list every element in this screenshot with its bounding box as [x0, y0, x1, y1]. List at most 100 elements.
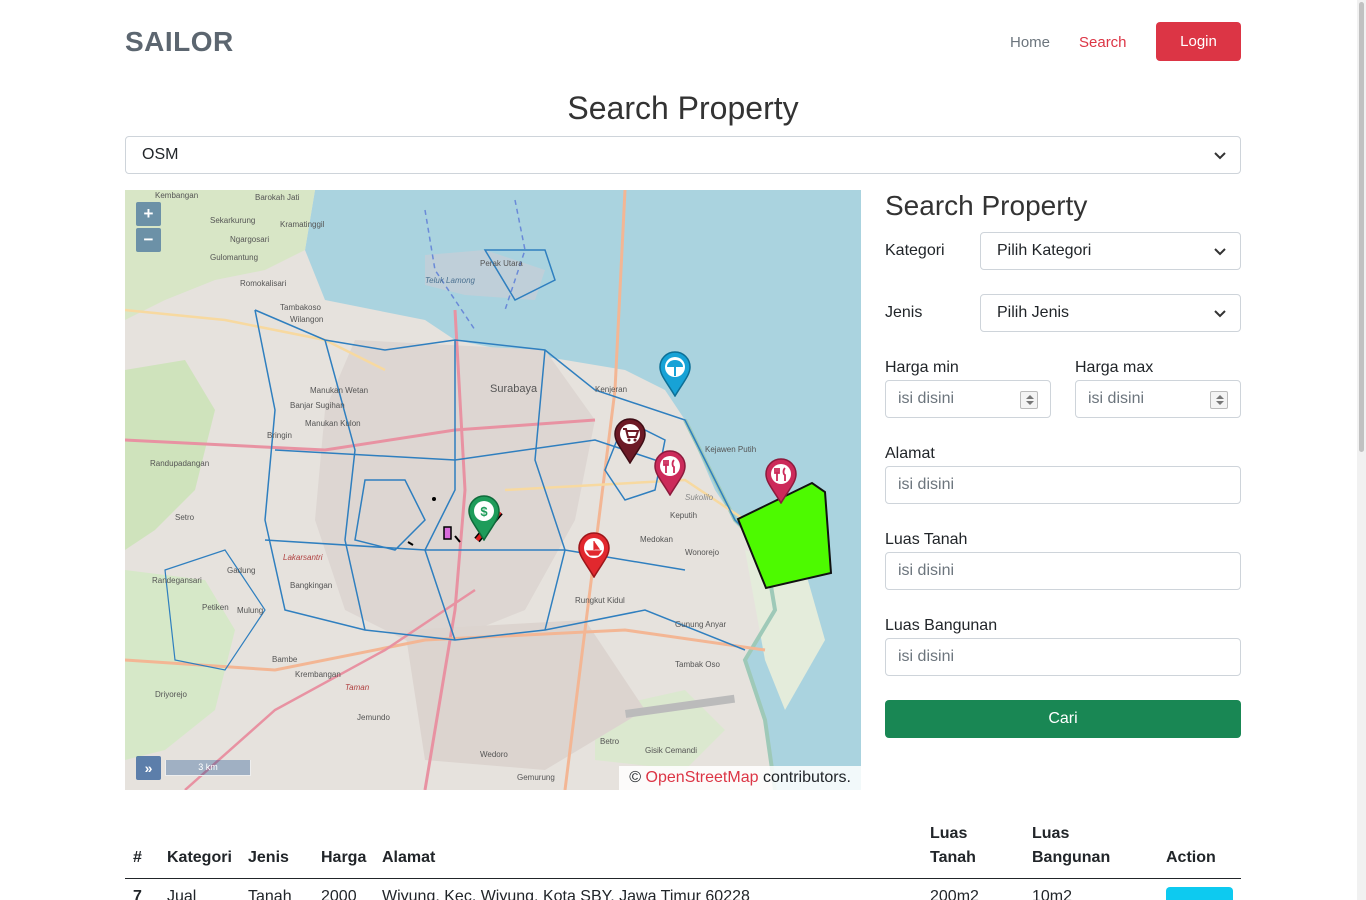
harga-max-placeholder: isi disini [1088, 390, 1145, 407]
alamat-placeholder: isi disini [898, 476, 955, 493]
scrollbar-thumb[interactable] [1359, 2, 1364, 452]
number-spinner-icon[interactable] [1210, 391, 1228, 409]
zoom-out-button[interactable]: − [136, 228, 161, 252]
map-label: Lakarsantri [283, 553, 323, 562]
cell-jenis: Tanah [248, 888, 292, 900]
map-label: Kejawen Putih [705, 445, 756, 454]
harga-max-input[interactable]: isi disini [1075, 380, 1241, 418]
map-label: Ngargosari [230, 235, 269, 244]
map-label: Sukolilo [685, 493, 714, 502]
page-scrollbar[interactable] [1357, 0, 1366, 900]
map-label: Perak Utara [480, 259, 523, 268]
map-label: Driyorejo [155, 690, 188, 699]
col-header-jenis: Jenis [248, 849, 289, 866]
map-label: Jemundo [357, 713, 390, 722]
map-label: Petiken [202, 603, 229, 612]
luas-bangunan-label: Luas Bangunan [885, 617, 998, 634]
kategori-select[interactable]: Pilih Kategori [980, 232, 1241, 270]
map-label: Tambakoso [280, 303, 321, 312]
map-label: Wedoro [480, 750, 508, 759]
copyright-symbol: © [629, 769, 642, 786]
map-label: Setro [175, 513, 195, 522]
map-label: Taman [345, 683, 370, 692]
brand-logo[interactable]: SAILOR [125, 26, 234, 58]
map-label: Krembangan [295, 670, 341, 679]
map-label: Kembangan [155, 191, 198, 200]
nav-search-link[interactable]: Search [1079, 34, 1127, 51]
map-label: Manukan Kulon [305, 419, 361, 428]
luas-tanah-label: Luas Tanah [885, 531, 968, 548]
jenis-value: Pilih Jenis [997, 304, 1070, 321]
col-header-luas-tanah-line1: Luas [930, 825, 968, 842]
harga-max-label: Harga max [1075, 359, 1154, 376]
map-attribution: © OpenStreetMap contributors. [619, 766, 861, 790]
map-label: Romokalisari [240, 279, 286, 288]
harga-min-placeholder: isi disini [898, 390, 955, 407]
osm-link[interactable]: OpenStreetMap [646, 769, 759, 786]
col-header-luas-bangunan-line2: Bangunan [1032, 849, 1111, 866]
form-title: Search Property [885, 190, 1088, 221]
col-header-no: # [133, 849, 142, 866]
col-header-harga: Harga [321, 849, 367, 866]
login-button[interactable]: Login [1156, 22, 1241, 61]
luas-bangunan-input[interactable]: isi disini [885, 638, 1241, 676]
scale-line: 3 km [165, 760, 251, 776]
zoom-in-button[interactable]: + [136, 202, 161, 226]
map-label: Gadung [227, 566, 255, 575]
map-view[interactable]: Teluk Lamong Surabaya Kembangan Barokah … [125, 190, 861, 790]
cell-no: 7 [133, 888, 142, 900]
beach-umbrella-icon[interactable] [658, 351, 692, 397]
attribution-suffix: contributors. [762, 769, 851, 786]
map-label: Tambak Oso [675, 660, 720, 669]
jenis-select[interactable]: Pilih Jenis [980, 294, 1241, 332]
luas-tanah-input[interactable]: isi disini [885, 552, 1241, 590]
map-label: Rungkut Kidul [575, 596, 625, 605]
map-label: Betro [600, 737, 620, 746]
map-label: Teluk Lamong [425, 276, 476, 285]
map-tiles: Teluk Lamong Surabaya Kembangan Barokah … [125, 190, 861, 790]
luas-tanah-placeholder: isi disini [898, 562, 955, 579]
map-label: Kenjeran [595, 385, 627, 394]
map-label: Wonorejo [685, 548, 720, 557]
map-layer-select[interactable]: OSM [125, 136, 1241, 174]
table-header-divider [125, 878, 1241, 879]
bank-icon[interactable]: $ [467, 495, 501, 541]
map-label: Gisik Cemandi [645, 746, 697, 755]
number-spinner-icon[interactable] [1020, 391, 1038, 409]
col-header-luas-tanah-line2: Tanah [930, 849, 976, 866]
alamat-input[interactable]: isi disini [885, 466, 1241, 504]
cell-harga: 2000 [321, 888, 357, 900]
map-label: Surabaya [490, 383, 538, 395]
map-label: Medokan [640, 535, 673, 544]
map-label: Gulomantung [210, 253, 258, 262]
harga-min-label: Harga min [885, 359, 959, 376]
col-header-action: Action [1166, 849, 1216, 866]
cell-alamat: Wiyung, Kec. Wiyung, Kota SBY, Jawa Timu… [382, 888, 750, 900]
nav-home-link[interactable]: Home [1010, 34, 1050, 51]
map-label: Mulung [237, 606, 263, 615]
col-header-kategori: Kategori [167, 849, 232, 866]
svg-text:$: $ [480, 504, 488, 519]
chevron-down-icon [1214, 152, 1226, 160]
map-label: Sekarkurung [210, 216, 255, 225]
map-label: Bambe [272, 655, 298, 664]
col-header-luas-bangunan-line1: Luas [1032, 825, 1070, 842]
cari-button[interactable]: Cari [885, 700, 1241, 738]
restaurant-icon[interactable] [653, 450, 687, 496]
map-label: Keputih [670, 511, 697, 520]
harga-min-input[interactable]: isi disini [885, 380, 1051, 418]
cell-kategori: Jual [167, 888, 197, 900]
alamat-label: Alamat [885, 445, 935, 462]
kategori-value: Pilih Kategori [997, 242, 1092, 259]
map-label: Bangkingan [290, 581, 332, 590]
row-action-button[interactable] [1166, 887, 1233, 900]
map-label: Banjar Sugihan [290, 401, 345, 410]
page-title: Search Property [567, 90, 799, 126]
map-label: Randegansari [152, 576, 202, 585]
ship-icon[interactable] [577, 532, 611, 578]
map-label: Manukan Wetan [310, 386, 368, 395]
shopping-cart-icon[interactable] [613, 418, 647, 464]
restaurant-icon[interactable] [764, 458, 798, 504]
overview-map-toggle[interactable]: » [136, 756, 161, 780]
kategori-label: Kategori [885, 242, 945, 259]
